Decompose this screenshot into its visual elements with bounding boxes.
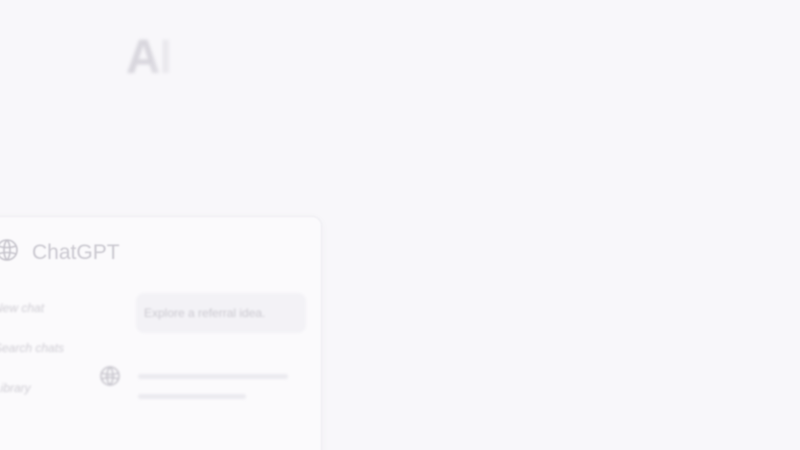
message-placeholder-line [138, 394, 246, 399]
message-placeholder-line [138, 374, 288, 379]
openai-logo-icon [0, 237, 20, 268]
app-screen: AI ChatGPT New chat Search chats Library… [0, 0, 800, 450]
hero-fade-overlay [150, 30, 190, 90]
sidebar-nav: New chat Search chats Library [0, 300, 64, 420]
sidebar-item-library[interactable]: Library [0, 380, 64, 420]
openai-logo-icon [98, 366, 122, 392]
sidebar-item-search-chats[interactable]: Search chats [0, 340, 64, 380]
brand: ChatGPT [0, 237, 120, 268]
suggestion-chip[interactable]: Explore a referral idea. [136, 293, 306, 333]
assistant-avatar [98, 364, 122, 388]
app-name: ChatGPT [32, 240, 120, 264]
sidebar-item-new-chat[interactable]: New chat [0, 300, 64, 340]
